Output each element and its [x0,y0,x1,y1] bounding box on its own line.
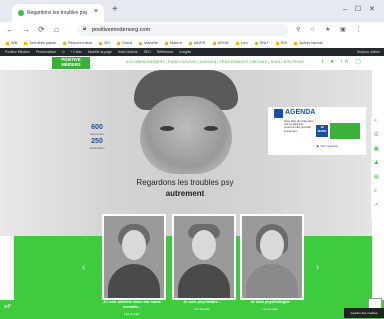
testimonial-caption: Je suis psychiatre... [182,299,222,304]
back-icon[interactable]: ← [6,25,14,34]
main-menu[interactable]: ACCOMPAGNEMENT | PUBLICATIONS | AGENDA |… [126,60,304,64]
toolbar-icons[interactable]: ⚲ ☆ ★ ▣ ⋮ [296,26,366,33]
site-logo[interactable]: POSITIVE MINDERS [52,57,90,69]
testimonial-caption: Je suis atteinte dans ma santé mentale..… [103,299,161,309]
admin-item[interactable]: Hotel Galerie [118,50,138,54]
stat-number: 600 [91,124,103,131]
stats-block: 600 bénévoles 250 partenaires [86,124,108,152]
admin-item[interactable]: Modifier la page [88,50,112,54]
floating-sidebar: < ☰ ▦ ♟ ▤ ≡ ↗ [371,118,384,218]
share-icon[interactable]: < [374,118,377,124]
tab-title: Regardons les troubles psy au... [27,10,87,16]
admin-item[interactable]: Personnaliser [36,50,57,54]
cookie-banner-button[interactable]: Gestion des cookies [344,308,384,318]
slider-next-icon[interactable]: › [316,262,319,273]
bookmark-item[interactable]: Manette [139,41,158,45]
wp-logo[interactable]: wP [4,304,11,310]
reload-icon[interactable]: ⟳ [38,25,45,34]
admin-item[interactable]: 0 [63,50,65,54]
new-tab-button[interactable]: + [112,4,118,15]
testimonial-photo[interactable] [102,214,166,300]
favicon-icon [18,10,24,16]
hero-eye [204,126,218,131]
admin-item[interactable]: Positive Minders [5,50,30,54]
admin-item[interactable]: Référencer [157,50,174,54]
bookmark-item[interactable]: WB [6,41,17,45]
admin-account[interactable]: Bonjour, Admin [357,50,380,54]
external-link-icon[interactable]: ↗ [374,202,378,208]
logo-line2: MINDERS [61,62,81,67]
hero-eye [160,126,174,131]
read-more-link[interactable]: Lire la suite [236,307,304,311]
testimonial-photo[interactable] [240,214,304,300]
bookmark-item[interactable]: ARON [213,41,229,45]
home-icon[interactable]: ⌂ [54,25,59,34]
agenda-text: Nous Mois de la Semaine info en 2023 inf… [284,120,314,133]
read-more-link[interactable]: Lire la suite [168,307,236,311]
hero-tagline: Regardons les troubles psy [136,178,234,187]
agenda-card[interactable]: AGENDA Nous Mois de la Semaine info en 2… [268,107,366,155]
list-icon[interactable]: ≡ [374,188,377,194]
agenda-link[interactable]: ▶ Voir l'agenda [317,144,337,148]
bookmark-item[interactable]: ROI [276,41,288,45]
admin-item[interactable]: Insights [179,50,191,54]
forward-icon[interactable]: → [22,25,30,34]
address-bar[interactable]: 🔒︎ positivemindersorg.com [78,24,288,36]
url-text: positivemindersorg.com [92,27,151,33]
document-icon[interactable]: ▤ [374,174,379,180]
read-more-link[interactable]: Lire la suite [98,312,166,316]
bookmark-item[interactable]: AIDER [189,41,206,45]
stat-label: bénévoles [90,132,104,136]
lock-icon: 🔒︎ [83,26,87,32]
agenda-thumbnail [330,123,360,139]
bookmark-item[interactable]: Lieu [236,41,248,45]
bookmark-item[interactable]: Mabrut [165,41,182,45]
agenda-title: AGENDA [285,109,316,116]
hero-portrait [140,96,232,174]
agenda-date: 18 MARS [316,125,328,137]
social-icons[interactable]: f ♥ in ◯ [322,59,364,65]
admin-bar: Positive Minders Personnaliser 0 + Créer… [0,48,384,56]
testimonial-photo[interactable] [172,214,236,300]
stat-label: partenaires [89,146,105,150]
window-controls[interactable]: – ☐ ✕ [343,5,378,13]
bookmark-item[interactable]: SNIT [255,41,269,45]
grid-icon[interactable]: ▦ [374,146,379,152]
bookmark-item[interactable]: Autres favoris [294,41,322,45]
bookmark-item[interactable]: Journées passé [24,41,56,45]
menu-icon[interactable]: ☰ [374,132,378,138]
admin-item[interactable]: + Créer [70,50,81,54]
tab-close-icon[interactable]: × [94,8,98,15]
slider-prev-icon[interactable]: ‹ [82,262,85,273]
calendar-icon [274,109,283,118]
bookmark-item[interactable]: Ouest [117,41,132,45]
browser-tab[interactable]: Regardons les troubles psy au... × [12,4,104,22]
user-icon[interactable]: ♟ [374,160,378,166]
bookmark-item[interactable]: Retours mises [63,41,92,45]
admin-item[interactable]: SEO [144,50,151,54]
hero-tagline-bold: autrement [165,189,205,198]
testimonial-caption: Je suis psychologue [250,299,290,304]
stat-number: 250 [91,138,103,145]
bookmark-item[interactable]: BO [99,41,110,45]
